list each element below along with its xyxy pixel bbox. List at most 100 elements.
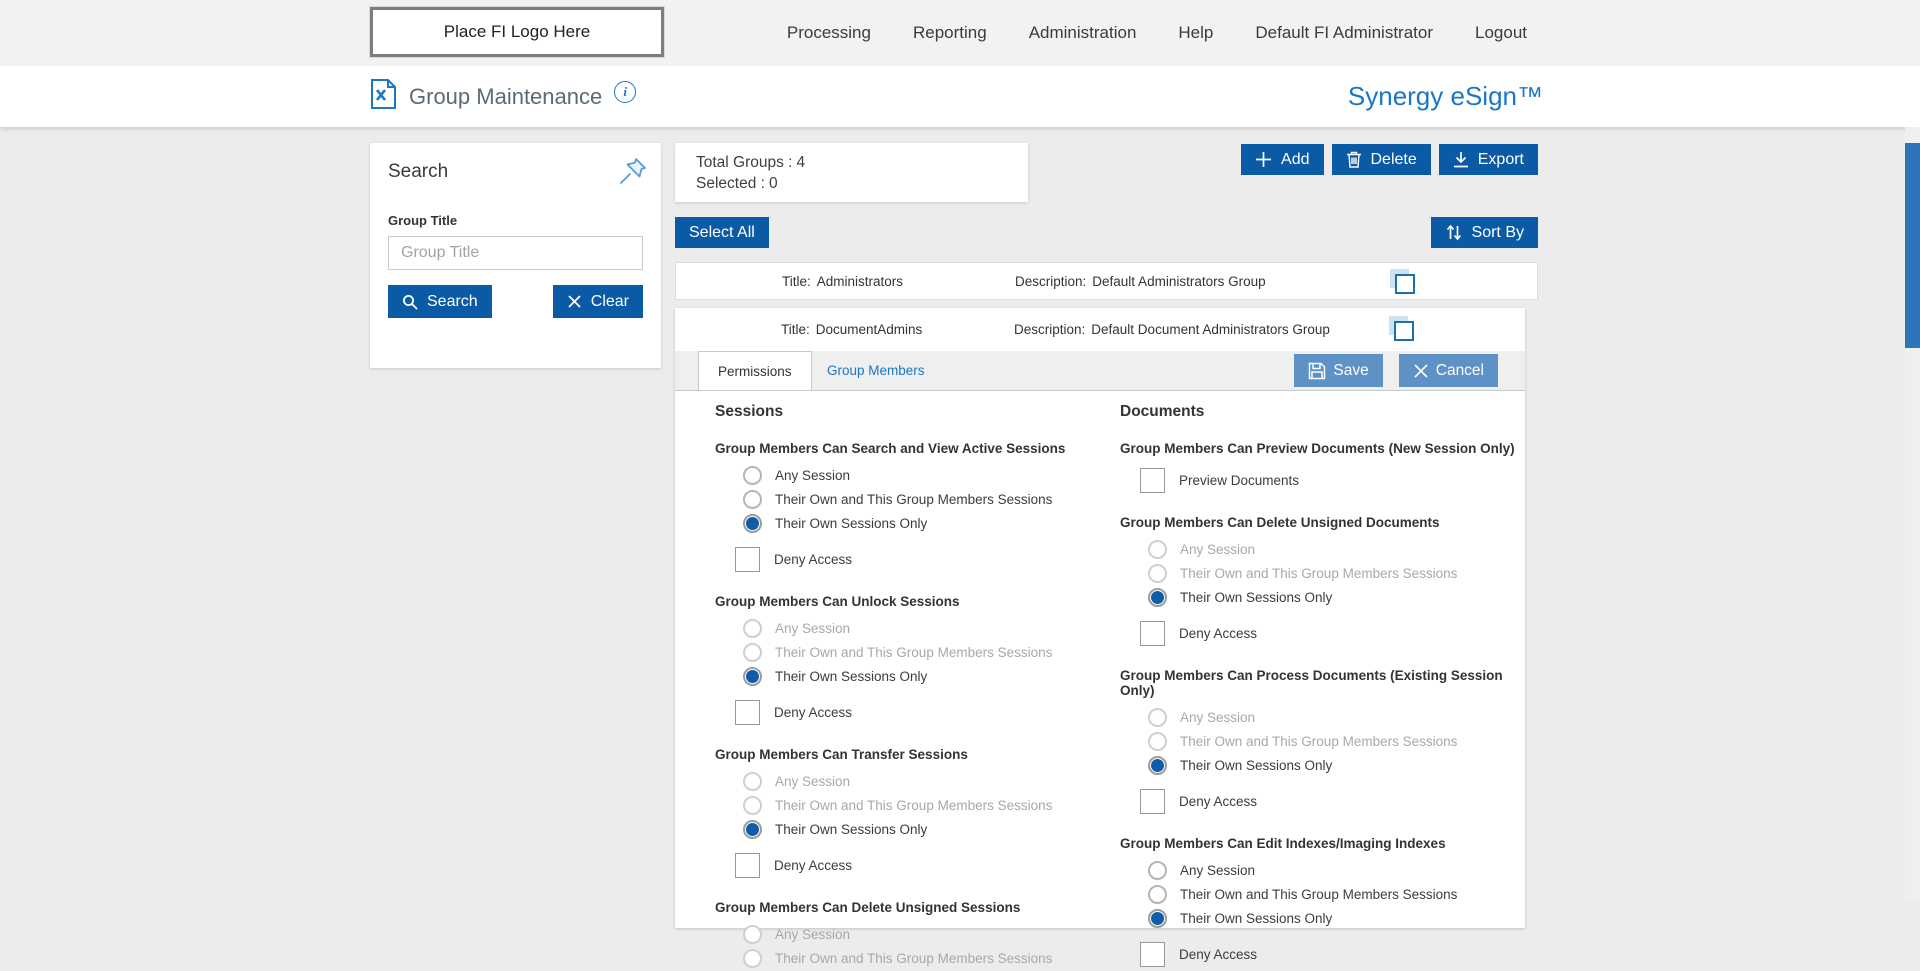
download-icon [1453,152,1468,168]
radio-option: Any Session [1148,705,1515,729]
nav-item-help[interactable]: Help [1178,23,1213,43]
search-panel: Search Group Title Search [370,143,661,368]
permission-group-title: Group Members Can Process Documents (Exi… [1120,668,1503,698]
radio-button[interactable] [1148,731,1167,751]
checkbox[interactable] [735,546,760,572]
select-group-checkbox[interactable] [1390,269,1417,296]
radio-button[interactable] [743,513,762,533]
radio-button[interactable] [1148,539,1167,559]
radio-button[interactable] [1148,908,1167,928]
permissions-column-documents: Documents Group Members Can Preview Docum… [1120,403,1515,971]
vertical-scrollbar[interactable] [1905,127,1920,901]
radio-option: Their Own and This Group Members Session… [1148,729,1515,753]
groups-content: Total Groups :4 Selected :0 Add Delete E… [675,143,1538,968]
clear-button[interactable]: Clear [552,285,643,318]
permission-group: Group Members Can Delete Unsigned Sessio… [715,900,1105,970]
checkbox[interactable] [735,852,760,878]
radio-button[interactable] [743,795,762,815]
radio-button[interactable] [1148,755,1167,775]
option-label: Their Own Sessions Only [1180,910,1333,926]
radio-button[interactable] [743,771,762,791]
radio-button[interactable] [1148,563,1167,583]
radio-option: Their Own and This Group Members Session… [1148,882,1515,906]
nav-item-processing[interactable]: Processing [787,23,871,43]
radio-button[interactable] [743,489,762,509]
title-label: Title: [781,322,810,337]
scrollbar-thumb[interactable] [1905,143,1920,348]
checkbox[interactable] [1140,788,1165,814]
checkbox-option: Deny Access [1140,618,1515,648]
checkbox-option: Deny Access [735,697,1105,727]
permission-group: Group Members Can Search and View Active… [715,441,1105,574]
export-button[interactable]: Export [1438,144,1538,175]
radio-option: Their Own Sessions Only [1148,906,1515,930]
permission-group-title: Group Members Can Transfer Sessions [715,747,968,762]
radio-option: Any Session [743,922,1105,946]
option-label: Their Own and This Group Members Session… [1180,565,1458,581]
delete-button[interactable]: Delete [1331,144,1431,175]
nav-item-user[interactable]: Default FI Administrator [1255,23,1433,43]
checkbox[interactable] [1140,941,1165,967]
radio-button[interactable] [1148,587,1167,607]
radio-button[interactable] [743,618,762,638]
checkbox-option: Deny Access [735,544,1105,574]
radio-option: Their Own Sessions Only [743,817,1105,841]
column-heading: Sessions [715,403,784,420]
tab-permissions[interactable]: Permissions [698,351,812,390]
description-label: Description: [1014,322,1086,337]
nav-item-logout[interactable]: Logout [1475,23,1527,43]
nav-item-reporting[interactable]: Reporting [913,23,987,43]
nav-item-administration[interactable]: Administration [1029,23,1137,43]
checkbox[interactable] [735,699,760,725]
save-button[interactable]: Save [1294,354,1383,387]
option-label: Deny Access [1179,625,1258,641]
radio-option: Their Own Sessions Only [1148,585,1515,609]
radio-option: Their Own and This Group Members Session… [1148,561,1515,585]
group-description-value: Default Administrators Group [1092,273,1266,289]
group-title-value: Administrators [816,273,904,289]
radio-button[interactable] [743,948,762,968]
cancel-button[interactable]: Cancel [1398,354,1498,387]
group-row-administrators[interactable]: Title: Administrators Description: Defau… [675,262,1538,300]
column-heading: Documents [1120,403,1205,420]
radio-button[interactable] [1148,860,1167,880]
permission-group: Group Members Can Transfer Sessions Any S… [715,747,1105,880]
radio-button[interactable] [743,465,762,485]
group-row-documentadmins[interactable]: Title: DocumentAdmins Description: Defau… [675,308,1525,351]
page-title: Group Maintenance [409,83,603,109]
action-bar: Add Delete Export [1241,144,1538,175]
option-label: Preview Documents [1179,472,1300,488]
brand-logo: Synergy eSign™ [1347,81,1543,111]
checkbox[interactable] [1140,467,1165,493]
main-nav: Processing Reporting Administration Help… [787,0,1527,66]
select-all-button[interactable]: Select All [675,217,769,248]
radio-button[interactable] [743,666,762,686]
checkbox-option: Deny Access [1140,786,1515,816]
option-label: Their Own and This Group Members Session… [1180,886,1458,902]
add-button[interactable]: Add [1241,144,1324,175]
option-label: Any Session [775,467,851,483]
search-button[interactable]: Search [388,285,492,318]
group-title-input[interactable] [388,236,643,270]
radio-button[interactable] [743,642,762,662]
permission-group: Group Members Can Process Documents (Exi… [1120,668,1515,816]
option-label: Their Own and This Group Members Session… [775,950,1053,966]
option-label: Any Session [775,620,851,636]
option-label: Their Own and This Group Members Session… [775,491,1053,507]
radio-button[interactable] [1148,707,1167,727]
info-icon[interactable]: i [614,80,637,103]
radio-button[interactable] [743,819,762,839]
checkbox[interactable] [1140,620,1165,646]
group-description-value: Default Document Administrators Group [1091,322,1330,337]
fi-logo-placeholder[interactable]: Place FI Logo Here [369,6,665,58]
option-label: Any Session [775,926,851,942]
option-label: Any Session [775,773,851,789]
tab-group-members[interactable]: Group Members [808,351,944,389]
radio-button[interactable] [743,924,762,944]
tab-strip: Permissions Group Members Save Cancel [675,351,1525,391]
select-group-checkbox[interactable] [1389,316,1416,343]
pin-icon[interactable] [617,155,649,187]
title-label: Title: [782,273,811,289]
sort-by-button[interactable]: Sort By [1430,217,1538,248]
selected-line: Selected :0 [696,175,778,192]
